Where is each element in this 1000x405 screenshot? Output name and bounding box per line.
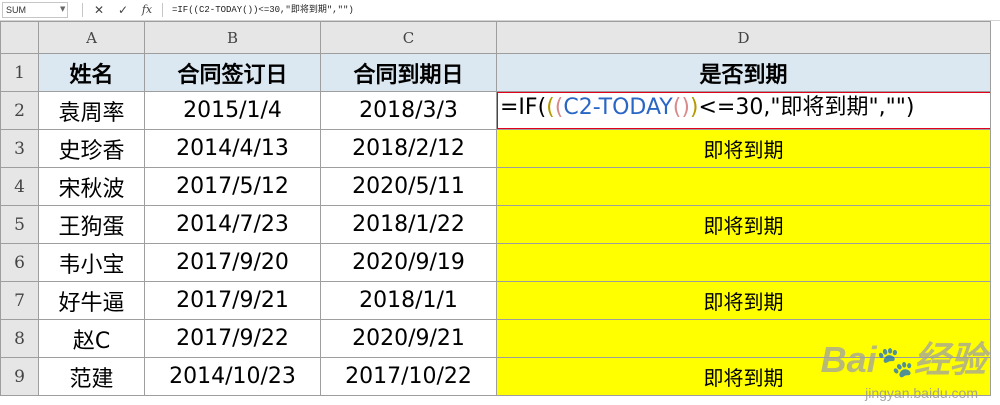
header-cell-sign-date[interactable]: 合同签订日 bbox=[144, 53, 321, 92]
cell-sign-date[interactable]: 2017/9/22 bbox=[144, 319, 321, 358]
cell-edit-box[interactable]: =IF(((C2-TODAY())<=30,"即将到期","") bbox=[497, 92, 990, 129]
formula-bar-divider bbox=[82, 3, 83, 17]
formula-cell-ref: C2-TODAY bbox=[563, 95, 673, 120]
cell-sign-date[interactable]: 2017/9/21 bbox=[144, 281, 321, 320]
select-all-corner[interactable] bbox=[0, 21, 39, 54]
row-header-8[interactable]: 8 bbox=[0, 319, 39, 358]
cell-name[interactable]: 范建 bbox=[38, 357, 145, 396]
cell-status[interactable]: 即将到期 bbox=[496, 205, 991, 244]
cancel-icon[interactable]: ✕ bbox=[90, 1, 108, 19]
formula-paren-inner-close: () bbox=[672, 95, 690, 120]
column-header-c[interactable]: C bbox=[320, 21, 497, 54]
cell-name[interactable]: 史珍香 bbox=[38, 129, 145, 168]
formula-paren-outer-close: ) bbox=[689, 95, 699, 120]
row-header-3[interactable]: 3 bbox=[0, 129, 39, 168]
cell-name[interactable]: 宋秋波 bbox=[38, 167, 145, 206]
cell-status[interactable] bbox=[496, 243, 991, 282]
row-header-2[interactable]: 2 bbox=[0, 91, 39, 130]
cell-due-date[interactable]: 2020/9/19 bbox=[320, 243, 497, 282]
column-header-a[interactable]: A bbox=[38, 21, 145, 54]
insert-function-icon[interactable]: fx bbox=[138, 1, 156, 19]
column-header-d[interactable]: D bbox=[496, 21, 991, 54]
cell-due-date[interactable]: 2018/2/12 bbox=[320, 129, 497, 168]
cell-status[interactable] bbox=[496, 167, 991, 206]
cell-status[interactable]: 即将到期 bbox=[496, 281, 991, 320]
formula-bar: SUM ▼ ✕ ✓ fx =IF((C2-TODAY())<=30,"即将到期"… bbox=[0, 0, 1000, 21]
row-header-6[interactable]: 6 bbox=[0, 243, 39, 282]
header-cell-name[interactable]: 姓名 bbox=[38, 53, 145, 92]
name-box[interactable]: SUM bbox=[2, 2, 68, 18]
watermark-url: jingyan.baidu.com bbox=[865, 385, 978, 401]
cell-sign-date[interactable]: 2017/9/20 bbox=[144, 243, 321, 282]
formula-text-rest: <=30,"即将到期","") bbox=[698, 95, 915, 120]
cell-name[interactable]: 王狗蛋 bbox=[38, 205, 145, 244]
header-cell-status[interactable]: 是否到期 bbox=[496, 53, 991, 92]
cell-name[interactable]: 好牛逼 bbox=[38, 281, 145, 320]
watermark-logo: Bai bbox=[820, 339, 877, 380]
row-header-1[interactable]: 1 bbox=[0, 53, 39, 92]
formula-text-start: =IF( bbox=[500, 95, 547, 120]
row-header-9[interactable]: 9 bbox=[0, 357, 39, 396]
paw-icon: 🐾 bbox=[876, 346, 914, 379]
cell-due-date[interactable]: 2018/1/22 bbox=[320, 205, 497, 244]
row-header-7[interactable]: 7 bbox=[0, 281, 39, 320]
cell-due-date[interactable]: 2017/10/22 bbox=[320, 357, 497, 396]
cell-name[interactable]: 赵C bbox=[38, 319, 145, 358]
cell-due-date[interactable]: 2018/3/3 bbox=[320, 91, 497, 130]
baidu-jingyan-watermark: Bai🐾经验 bbox=[821, 331, 986, 383]
cell-sign-date[interactable]: 2014/4/13 bbox=[144, 129, 321, 168]
enter-icon[interactable]: ✓ bbox=[114, 1, 132, 19]
cell-sign-date[interactable]: 2014/7/23 bbox=[144, 205, 321, 244]
cell-sign-date[interactable]: 2014/10/23 bbox=[144, 357, 321, 396]
cell-name[interactable]: 韦小宝 bbox=[38, 243, 145, 282]
column-header-b[interactable]: B bbox=[144, 21, 321, 54]
formula-input[interactable]: =IF((C2-TODAY())<=30,"即将到期","") bbox=[172, 2, 996, 18]
cell-name[interactable]: 袁周率 bbox=[38, 91, 145, 130]
cell-due-date[interactable]: 2020/9/21 bbox=[320, 319, 497, 358]
cell-due-date[interactable]: 2020/5/11 bbox=[320, 167, 497, 206]
formula-bar-divider-2 bbox=[162, 3, 163, 17]
row-header-4[interactable]: 4 bbox=[0, 167, 39, 206]
formula-paren-outer-open: ( bbox=[546, 95, 555, 120]
cell-status-editing[interactable]: =IF(((C2-TODAY())<=30,"即将到期","") bbox=[496, 91, 991, 130]
cell-due-date[interactable]: 2018/1/1 bbox=[320, 281, 497, 320]
name-box-dropdown-icon[interactable]: ▼ bbox=[60, 5, 65, 13]
header-cell-due-date[interactable]: 合同到期日 bbox=[320, 53, 497, 92]
cell-status[interactable]: 即将到期 bbox=[496, 129, 991, 168]
watermark-brand: 经验 bbox=[913, 339, 986, 380]
cell-sign-date[interactable]: 2017/5/12 bbox=[144, 167, 321, 206]
row-header-5[interactable]: 5 bbox=[0, 205, 39, 244]
cell-sign-date[interactable]: 2015/1/4 bbox=[144, 91, 321, 130]
